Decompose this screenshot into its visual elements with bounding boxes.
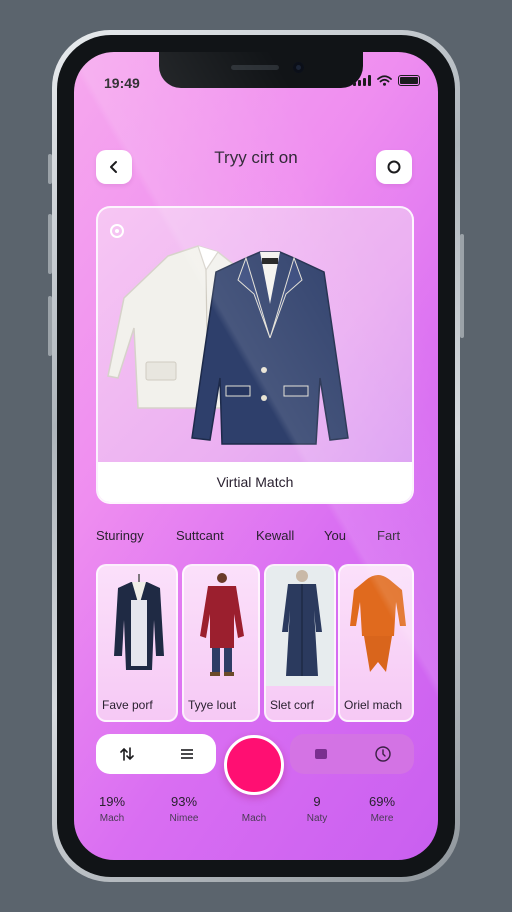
volume-up-button	[48, 214, 52, 274]
outfit-label: Fave porf	[102, 698, 153, 712]
tab-fart[interactable]: Fart	[377, 528, 400, 543]
filter-tabs: Sturingy Suttcant Kewall You Fart	[96, 528, 414, 548]
left-control-group	[96, 734, 216, 774]
circle-icon	[387, 160, 401, 174]
outfit-label: Slet corf	[270, 698, 315, 712]
capture-button[interactable]	[224, 735, 284, 795]
stat-label: Nimee	[169, 813, 199, 824]
outfit-image	[200, 573, 244, 676]
stat-label: Mere	[370, 813, 394, 824]
outfit-card[interactable]: Oriel mach	[338, 564, 414, 722]
wifi-icon	[377, 75, 392, 86]
virtual-match-card[interactable]: Virtial Match	[96, 206, 414, 504]
garment-preview	[98, 208, 412, 464]
status-bar: 19:49	[74, 52, 438, 102]
right-control-group	[290, 734, 414, 774]
folder-icon[interactable]	[313, 747, 329, 761]
stat-value	[224, 794, 284, 810]
front-camera	[293, 62, 304, 73]
stat-naty: 9 Naty	[287, 794, 347, 824]
notch	[159, 52, 363, 88]
tab-kewall[interactable]: Kewall	[256, 528, 294, 543]
stat-label: Mach	[241, 813, 267, 824]
tab-you[interactable]: You	[324, 528, 346, 543]
app-screen: 19:49 Tryy cirt on Virtial Match Sturing…	[74, 52, 438, 860]
stat-label: Naty	[306, 813, 328, 824]
cellular-signal-icon	[353, 75, 371, 86]
outfit-label: Tyye lout	[188, 698, 237, 712]
stat-value: 69%	[368, 794, 396, 809]
menu-icon[interactable]	[179, 747, 195, 761]
tab-sturingy[interactable]: Sturingy	[96, 528, 144, 543]
clock-icon[interactable]	[374, 745, 392, 763]
stat-value: 93%	[170, 794, 198, 809]
status-time: 19:49	[104, 75, 140, 91]
stat-nimee: 93% Nimee	[154, 794, 214, 824]
silent-switch	[48, 154, 52, 184]
stat-value: 9	[313, 794, 321, 809]
stat-mere: 69% Mere	[352, 794, 412, 824]
outfit-label: Oriel mach	[344, 698, 403, 712]
volume-down-button	[48, 296, 52, 356]
navy-blazer-image	[191, 251, 349, 445]
badge-icon	[110, 224, 124, 238]
tab-suttcant[interactable]: Suttcant	[176, 528, 224, 543]
stat-center-mach: Mach	[224, 794, 284, 824]
stat-label: Mach	[99, 813, 125, 824]
hero-caption: Virtial Match	[98, 462, 412, 502]
outfit-image	[266, 566, 334, 686]
power-button	[460, 234, 464, 338]
stat-mach: 19% Mach	[82, 794, 142, 824]
outfit-card[interactable]: Fave porf	[96, 564, 178, 722]
options-button[interactable]	[376, 150, 412, 184]
battery-icon	[398, 75, 420, 86]
outfit-card[interactable]: Slet corf	[264, 564, 336, 722]
speaker	[231, 65, 279, 70]
status-icons	[353, 75, 420, 86]
stat-value: 19%	[98, 794, 126, 809]
outfit-image	[350, 575, 406, 672]
outfit-image	[114, 574, 164, 670]
outfit-card[interactable]: Tyye lout	[182, 564, 260, 722]
upload-icon[interactable]	[118, 745, 136, 763]
phone-frame: 19:49 Tryy cirt on Virtial Match Sturing…	[48, 30, 464, 882]
